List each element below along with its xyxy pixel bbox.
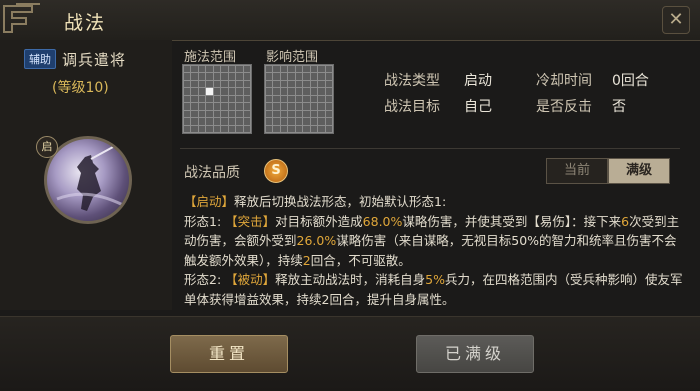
skill-target-label: 战法目标 <box>384 99 440 115</box>
start-tag: 启 <box>36 136 58 158</box>
tab-max[interactable]: 满级 <box>608 158 670 184</box>
window-title: 战法 <box>64 12 107 34</box>
cast-range-grid <box>182 64 252 134</box>
close-icon: ✕ <box>668 9 684 30</box>
warrior-figure-icon <box>56 146 124 211</box>
description-form1: 形态1: 【突击】对目标额外造成68.0%谋略伤害，并使其受到【易伤】：接下来6… <box>184 213 680 268</box>
effect-range-grid <box>264 64 334 134</box>
skill-name-row: 辅助 调兵遣将 <box>24 48 126 70</box>
skill-target-value: 自己 <box>464 99 492 115</box>
cooldown-label: 冷却时间 <box>536 73 592 89</box>
close-button[interactable]: ✕ <box>662 6 690 34</box>
counter-label: 是否反击 <box>536 99 592 115</box>
skill-name: 调兵遣将 <box>62 50 127 69</box>
quality-badge: S <box>264 159 288 183</box>
title-bar: 战法 ✕ <box>0 0 700 41</box>
cooldown-value: 0回合 <box>612 73 649 89</box>
maxed-button[interactable]: 已满级 <box>416 335 534 373</box>
corner-ornament-icon <box>3 3 40 33</box>
description-line: 【启动】释放后切换战法形态，初始默认形态1: <box>184 194 447 209</box>
skill-level: (等级10) <box>52 80 109 96</box>
skill-type-value: 启动 <box>464 73 492 89</box>
cast-range-label: 施法范围 <box>184 50 237 65</box>
skill-type-label: 战法类型 <box>384 73 440 89</box>
skill-type-badge: 辅助 <box>24 49 56 69</box>
tab-current[interactable]: 当前 <box>546 158 608 184</box>
reset-button[interactable]: 重置 <box>170 335 288 373</box>
quality-label: 战法品质 <box>184 165 240 181</box>
cast-cell-self <box>206 88 213 95</box>
skill-summary-panel: 辅助 调兵遣将 (等级10) 启 <box>0 40 172 310</box>
level-toggle: 当前 满级 <box>546 158 670 184</box>
footer-bar: 重置 已满级 <box>0 316 700 391</box>
counter-value: 否 <box>612 99 626 115</box>
divider <box>180 148 680 149</box>
description-form2: 形态2: 【被动】释放主动战法时，消耗自身5%兵力，在四格范围内（受兵种影响）使… <box>184 272 683 307</box>
skill-description: 【启动】释放后切换战法形态，初始默认形态1: 形态1: 【突击】对目标额外造成6… <box>184 192 684 308</box>
effect-range-label: 影响范围 <box>266 50 319 65</box>
